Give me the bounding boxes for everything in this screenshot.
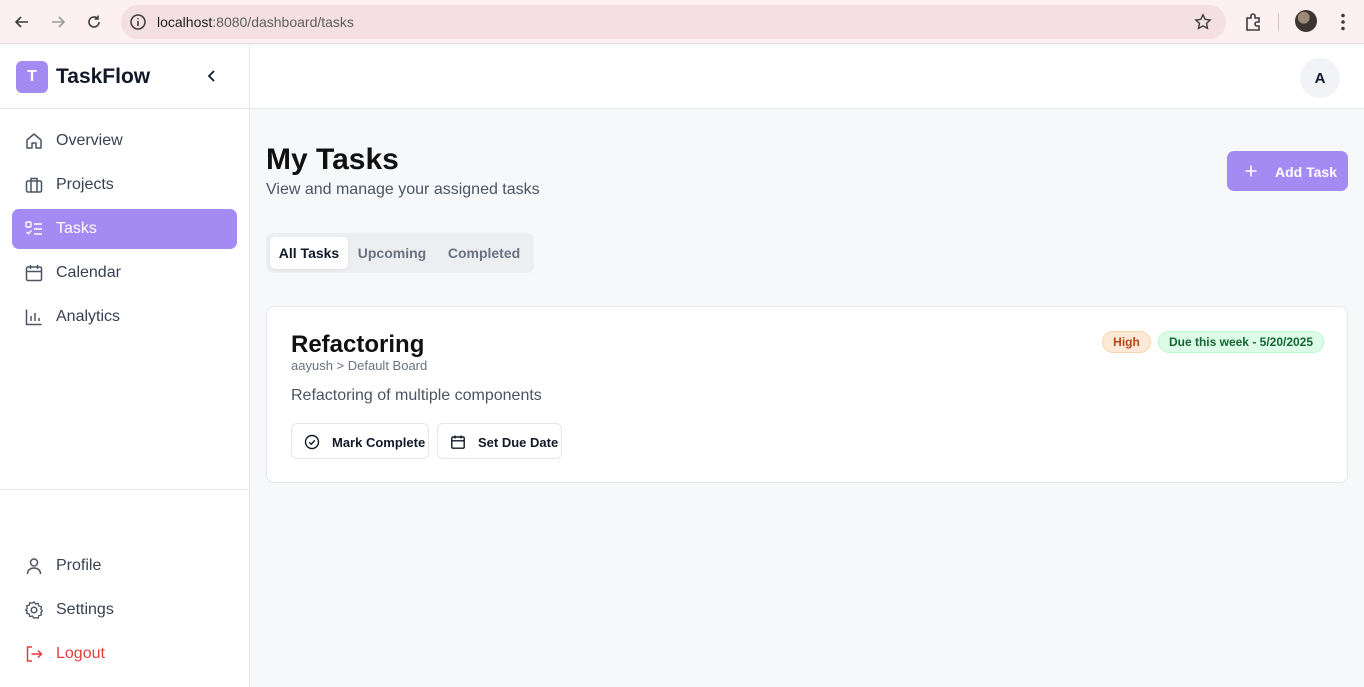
sidebar-item-label: Logout xyxy=(56,645,105,662)
avatar[interactable]: A xyxy=(1300,58,1340,98)
top-bar: A xyxy=(250,45,1364,109)
tab-all-tasks[interactable]: All Tasks xyxy=(270,237,348,269)
set-due-date-label: Set Due Date xyxy=(478,435,559,450)
bookmark-star-icon[interactable] xyxy=(1194,13,1212,31)
sidebar-header: T TaskFlow xyxy=(0,45,249,109)
sidebar-item-label: Analytics xyxy=(56,308,121,325)
tab-upcoming[interactable]: Upcoming xyxy=(352,237,432,269)
browser-profile-avatar[interactable] xyxy=(1295,10,1317,32)
calendar-icon xyxy=(25,265,43,282)
sidebar-item-label: Overview xyxy=(56,132,123,149)
arrow-left-icon xyxy=(14,16,28,28)
bar-chart-icon xyxy=(25,309,42,326)
page-title: My Tasks xyxy=(266,143,399,176)
add-task-button[interactable]: Add Task xyxy=(1227,151,1348,191)
home-icon xyxy=(26,133,42,149)
sidebar-item-settings[interactable]: Settings xyxy=(12,590,237,630)
extensions-icon[interactable] xyxy=(1242,11,1264,33)
sidebar-item-label: Profile xyxy=(56,557,102,574)
brand-name: TaskFlow xyxy=(56,65,151,88)
checklist-icon xyxy=(25,221,42,235)
briefcase-icon xyxy=(25,177,43,193)
task-title: Refactoring xyxy=(291,331,425,358)
set-due-date-button[interactable]: Set Due Date xyxy=(437,423,562,459)
sidebar-item-profile[interactable]: Profile xyxy=(12,546,237,586)
sidebar-item-tasks[interactable]: Tasks xyxy=(12,209,237,249)
url-text: localhost:8080/dashboard/tasks xyxy=(157,14,354,30)
sidebar-item-projects[interactable]: Projects xyxy=(12,165,237,205)
reload-button[interactable] xyxy=(83,11,105,33)
logo: T xyxy=(16,61,48,93)
logout-icon xyxy=(26,646,43,662)
chevron-left-icon[interactable] xyxy=(203,67,221,85)
sidebar-item-overview[interactable]: Overview xyxy=(12,121,237,161)
mark-complete-button[interactable]: Mark Complete xyxy=(291,423,429,459)
toolbar-divider xyxy=(1278,13,1279,31)
address-bar[interactable]: localhost:8080/dashboard/tasks xyxy=(121,5,1226,39)
sidebar-item-calendar[interactable]: Calendar xyxy=(12,253,237,293)
check-circle-icon xyxy=(304,434,320,450)
task-breadcrumb: aayush > Default Board xyxy=(291,358,428,373)
back-button[interactable] xyxy=(11,11,33,33)
plus-icon xyxy=(1245,165,1257,177)
site-info-icon[interactable] xyxy=(129,13,147,31)
user-icon xyxy=(26,558,42,575)
browser-toolbar: localhost:8080/dashboard/tasks xyxy=(0,0,1364,44)
task-card: Refactoring aayush > Default Board Refac… xyxy=(266,306,1348,483)
page-subtitle: View and manage your assigned tasks xyxy=(266,181,540,198)
sidebar-item-label: Calendar xyxy=(56,264,121,281)
tab-completed[interactable]: Completed xyxy=(438,237,530,269)
sidebar-item-logout[interactable]: Logout xyxy=(12,634,237,674)
due-date-badge: Due this week - 5/20/2025 xyxy=(1158,331,1324,353)
reload-icon xyxy=(88,15,100,28)
sidebar-item-label: Settings xyxy=(56,601,114,618)
task-tabs: All Tasks Upcoming Completed xyxy=(266,233,534,273)
arrow-right-icon xyxy=(52,16,66,28)
sidebar-item-analytics[interactable]: Analytics xyxy=(12,297,237,337)
sidebar-divider xyxy=(0,489,249,490)
calendar-icon xyxy=(451,435,465,449)
sidebar-item-label: Projects xyxy=(56,176,114,193)
more-vertical-icon[interactable] xyxy=(1332,11,1354,33)
forward-button[interactable] xyxy=(47,11,69,33)
task-description: Refactoring of multiple components xyxy=(291,387,542,404)
mark-complete-label: Mark Complete xyxy=(332,435,426,450)
sidebar-item-label: Tasks xyxy=(56,220,97,237)
gear-icon xyxy=(24,601,44,619)
priority-badge: High xyxy=(1102,331,1151,353)
add-task-label: Add Task xyxy=(1275,164,1337,180)
